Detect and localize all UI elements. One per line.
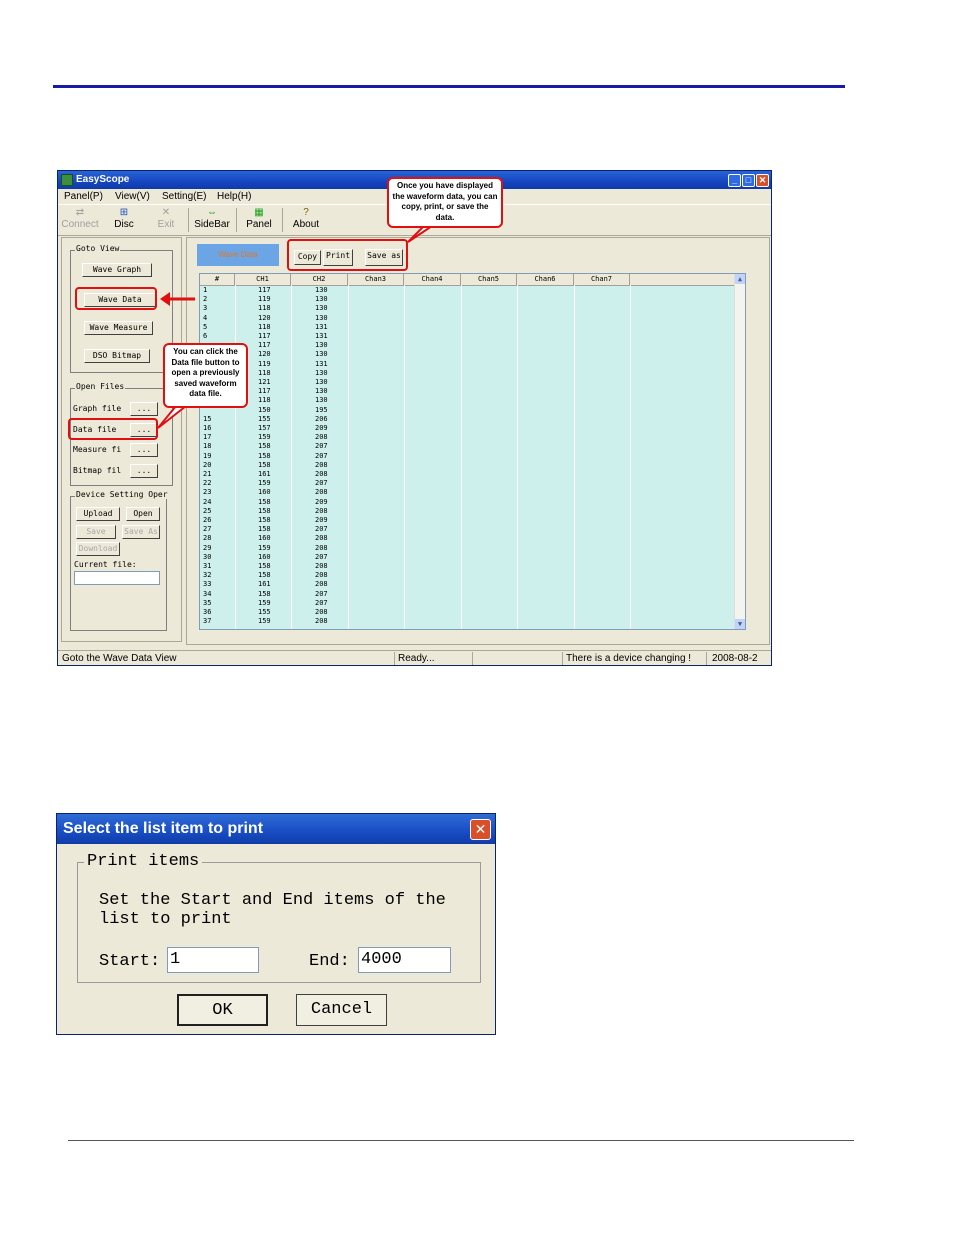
start-input[interactable]: 1: [167, 947, 259, 973]
end-input[interactable]: 4000: [358, 947, 451, 973]
end-label: End:: [309, 952, 350, 971]
callout-pointer: [407, 225, 436, 243]
print-items-group: Print items Set the Start and End items …: [77, 852, 481, 983]
start-label: Start:: [99, 952, 161, 971]
arrow-head-icon: [160, 292, 170, 306]
annotation-arrows: [157, 225, 436, 429]
print-items-label: Print items: [84, 852, 203, 872]
ok-button[interactable]: OK: [177, 994, 268, 1026]
close-icon[interactable]: ✕: [470, 819, 491, 840]
cancel-button[interactable]: Cancel: [296, 994, 387, 1026]
instruction-text-line1: Set the Start and End items of the: [99, 891, 446, 910]
print-dialog: Select the list item to print ✕ Print it…: [56, 813, 496, 1035]
footer-rule: [68, 1140, 854, 1141]
instruction-text-line2: list to print: [99, 910, 232, 929]
callout-pointer: [157, 405, 189, 429]
dialog-title: Select the list item to print: [57, 814, 495, 844]
copy-print-callout: Once you have displayed the waveform dat…: [387, 177, 503, 228]
data-file-callout: You can click the Data file button to op…: [163, 343, 248, 408]
